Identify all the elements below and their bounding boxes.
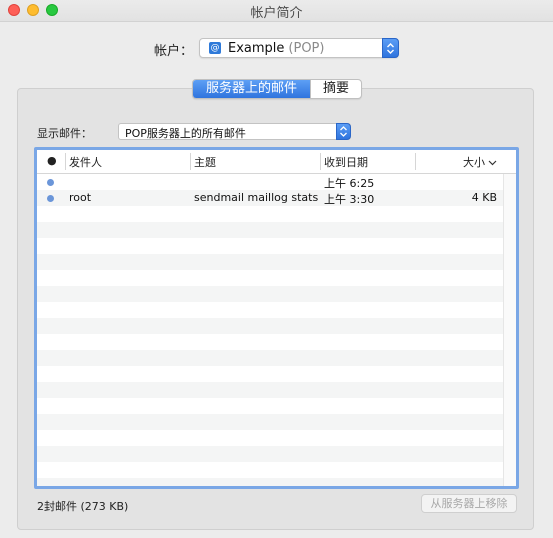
mail-table[interactable]: ● 发件人 主题 收到日期 大小 上午 6:25 root sendmail mai…	[34, 147, 519, 489]
column-sender[interactable]: 发件人	[69, 154, 102, 170]
column-divider[interactable]	[415, 153, 416, 170]
received-cell: 上午 3:30	[324, 193, 375, 206]
table-row[interactable]: 上午 6:25	[37, 174, 503, 190]
sender-cell: root	[69, 191, 92, 204]
filter-popup[interactable]: POP服务器上的所有邮件	[118, 123, 351, 140]
filter-label: 显示邮件：	[37, 127, 92, 140]
unread-dot-icon	[47, 179, 54, 186]
size-cell: 4 KB	[471, 191, 497, 204]
remove-from-server-button[interactable]: 从服务器上移除	[421, 494, 517, 513]
column-size[interactable]: 大小	[463, 154, 497, 170]
empty-row[interactable]	[37, 206, 503, 222]
empty-row[interactable]	[37, 462, 503, 478]
column-subject[interactable]: 主题	[194, 154, 216, 170]
empty-row[interactable]	[37, 238, 503, 254]
table-body: 上午 6:25 root sendmail maillog stats 上午 3:30…	[37, 174, 516, 486]
table-row[interactable]: root sendmail maillog stats 上午 3:30 4 KB	[37, 190, 503, 206]
popup-stepper-icon	[382, 38, 399, 58]
empty-row[interactable]	[37, 430, 503, 446]
account-name-text: Example (POP)	[228, 41, 324, 56]
tab-bar: 服务器上的邮件 摘要	[192, 79, 362, 99]
empty-row[interactable]	[37, 270, 503, 286]
sort-descending-icon	[488, 160, 497, 166]
empty-row[interactable]	[37, 350, 503, 366]
column-divider[interactable]	[65, 153, 66, 170]
at-sign-icon: @	[209, 42, 221, 54]
empty-row[interactable]	[37, 366, 503, 382]
vertical-scrollbar[interactable]	[503, 174, 516, 486]
table-header: ● 发件人 主题 收到日期 大小	[37, 150, 516, 174]
account-label: 帐户：	[154, 44, 194, 59]
column-received[interactable]: 收到日期	[324, 154, 368, 170]
message-count: 2封邮件 (273 KB)	[37, 500, 129, 513]
empty-row[interactable]	[37, 222, 503, 238]
window-title: 帐户简介	[250, 6, 303, 21]
subject-cell: sendmail maillog stats	[194, 191, 319, 204]
empty-row[interactable]	[37, 334, 503, 350]
account-popup[interactable]: @ Example (POP)	[199, 38, 399, 58]
empty-row[interactable]	[37, 446, 503, 462]
popup-stepper-icon	[336, 123, 351, 140]
column-size-label: 大小	[463, 156, 485, 169]
tab-summary[interactable]: 摘要	[310, 80, 361, 98]
empty-row[interactable]	[37, 286, 503, 302]
tab-server-mail[interactable]: 服务器上的邮件	[193, 80, 310, 98]
account-name: Example	[228, 41, 285, 56]
empty-row[interactable]	[37, 478, 503, 486]
unread-dot-icon	[47, 195, 54, 202]
column-status[interactable]: ●	[47, 154, 57, 167]
empty-row[interactable]	[37, 254, 503, 270]
title-bar: 帐户简介	[0, 0, 553, 22]
column-divider[interactable]	[320, 153, 321, 170]
empty-row[interactable]	[37, 398, 503, 414]
empty-row[interactable]	[37, 382, 503, 398]
column-divider[interactable]	[190, 153, 191, 170]
empty-row[interactable]	[37, 318, 503, 334]
empty-row[interactable]	[37, 414, 503, 430]
received-cell: 上午 6:25	[324, 177, 375, 190]
account-type: (POP)	[288, 41, 325, 56]
filter-value: POP服务器上的所有邮件	[125, 127, 246, 140]
empty-row[interactable]	[37, 302, 503, 318]
